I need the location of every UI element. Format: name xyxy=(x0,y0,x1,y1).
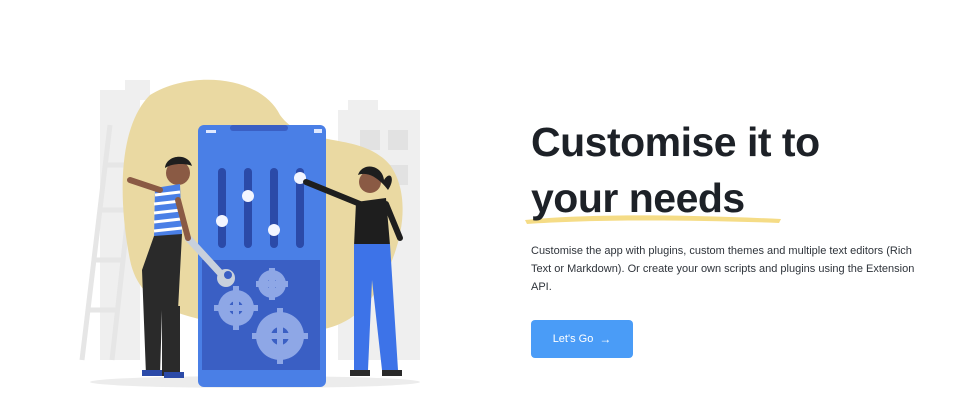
lets-go-button[interactable]: Let's Go → xyxy=(531,320,633,358)
hero-description: Customise the app with plugins, custom t… xyxy=(531,245,915,293)
heading-line-2-text: your needs xyxy=(531,175,745,221)
heading-line-2: your needs xyxy=(525,170,931,226)
arrow-right-icon: → xyxy=(599,332,612,346)
lets-go-label: Let's Go xyxy=(552,333,594,345)
highlighted-phrase: your needs xyxy=(525,170,781,226)
hero-content: Customise it to your needs Customise the… xyxy=(525,114,931,296)
heading-line-1: Customise it to xyxy=(531,119,820,165)
page-title: Customise it to your needs xyxy=(525,114,931,226)
hero-illustration xyxy=(79,79,420,388)
